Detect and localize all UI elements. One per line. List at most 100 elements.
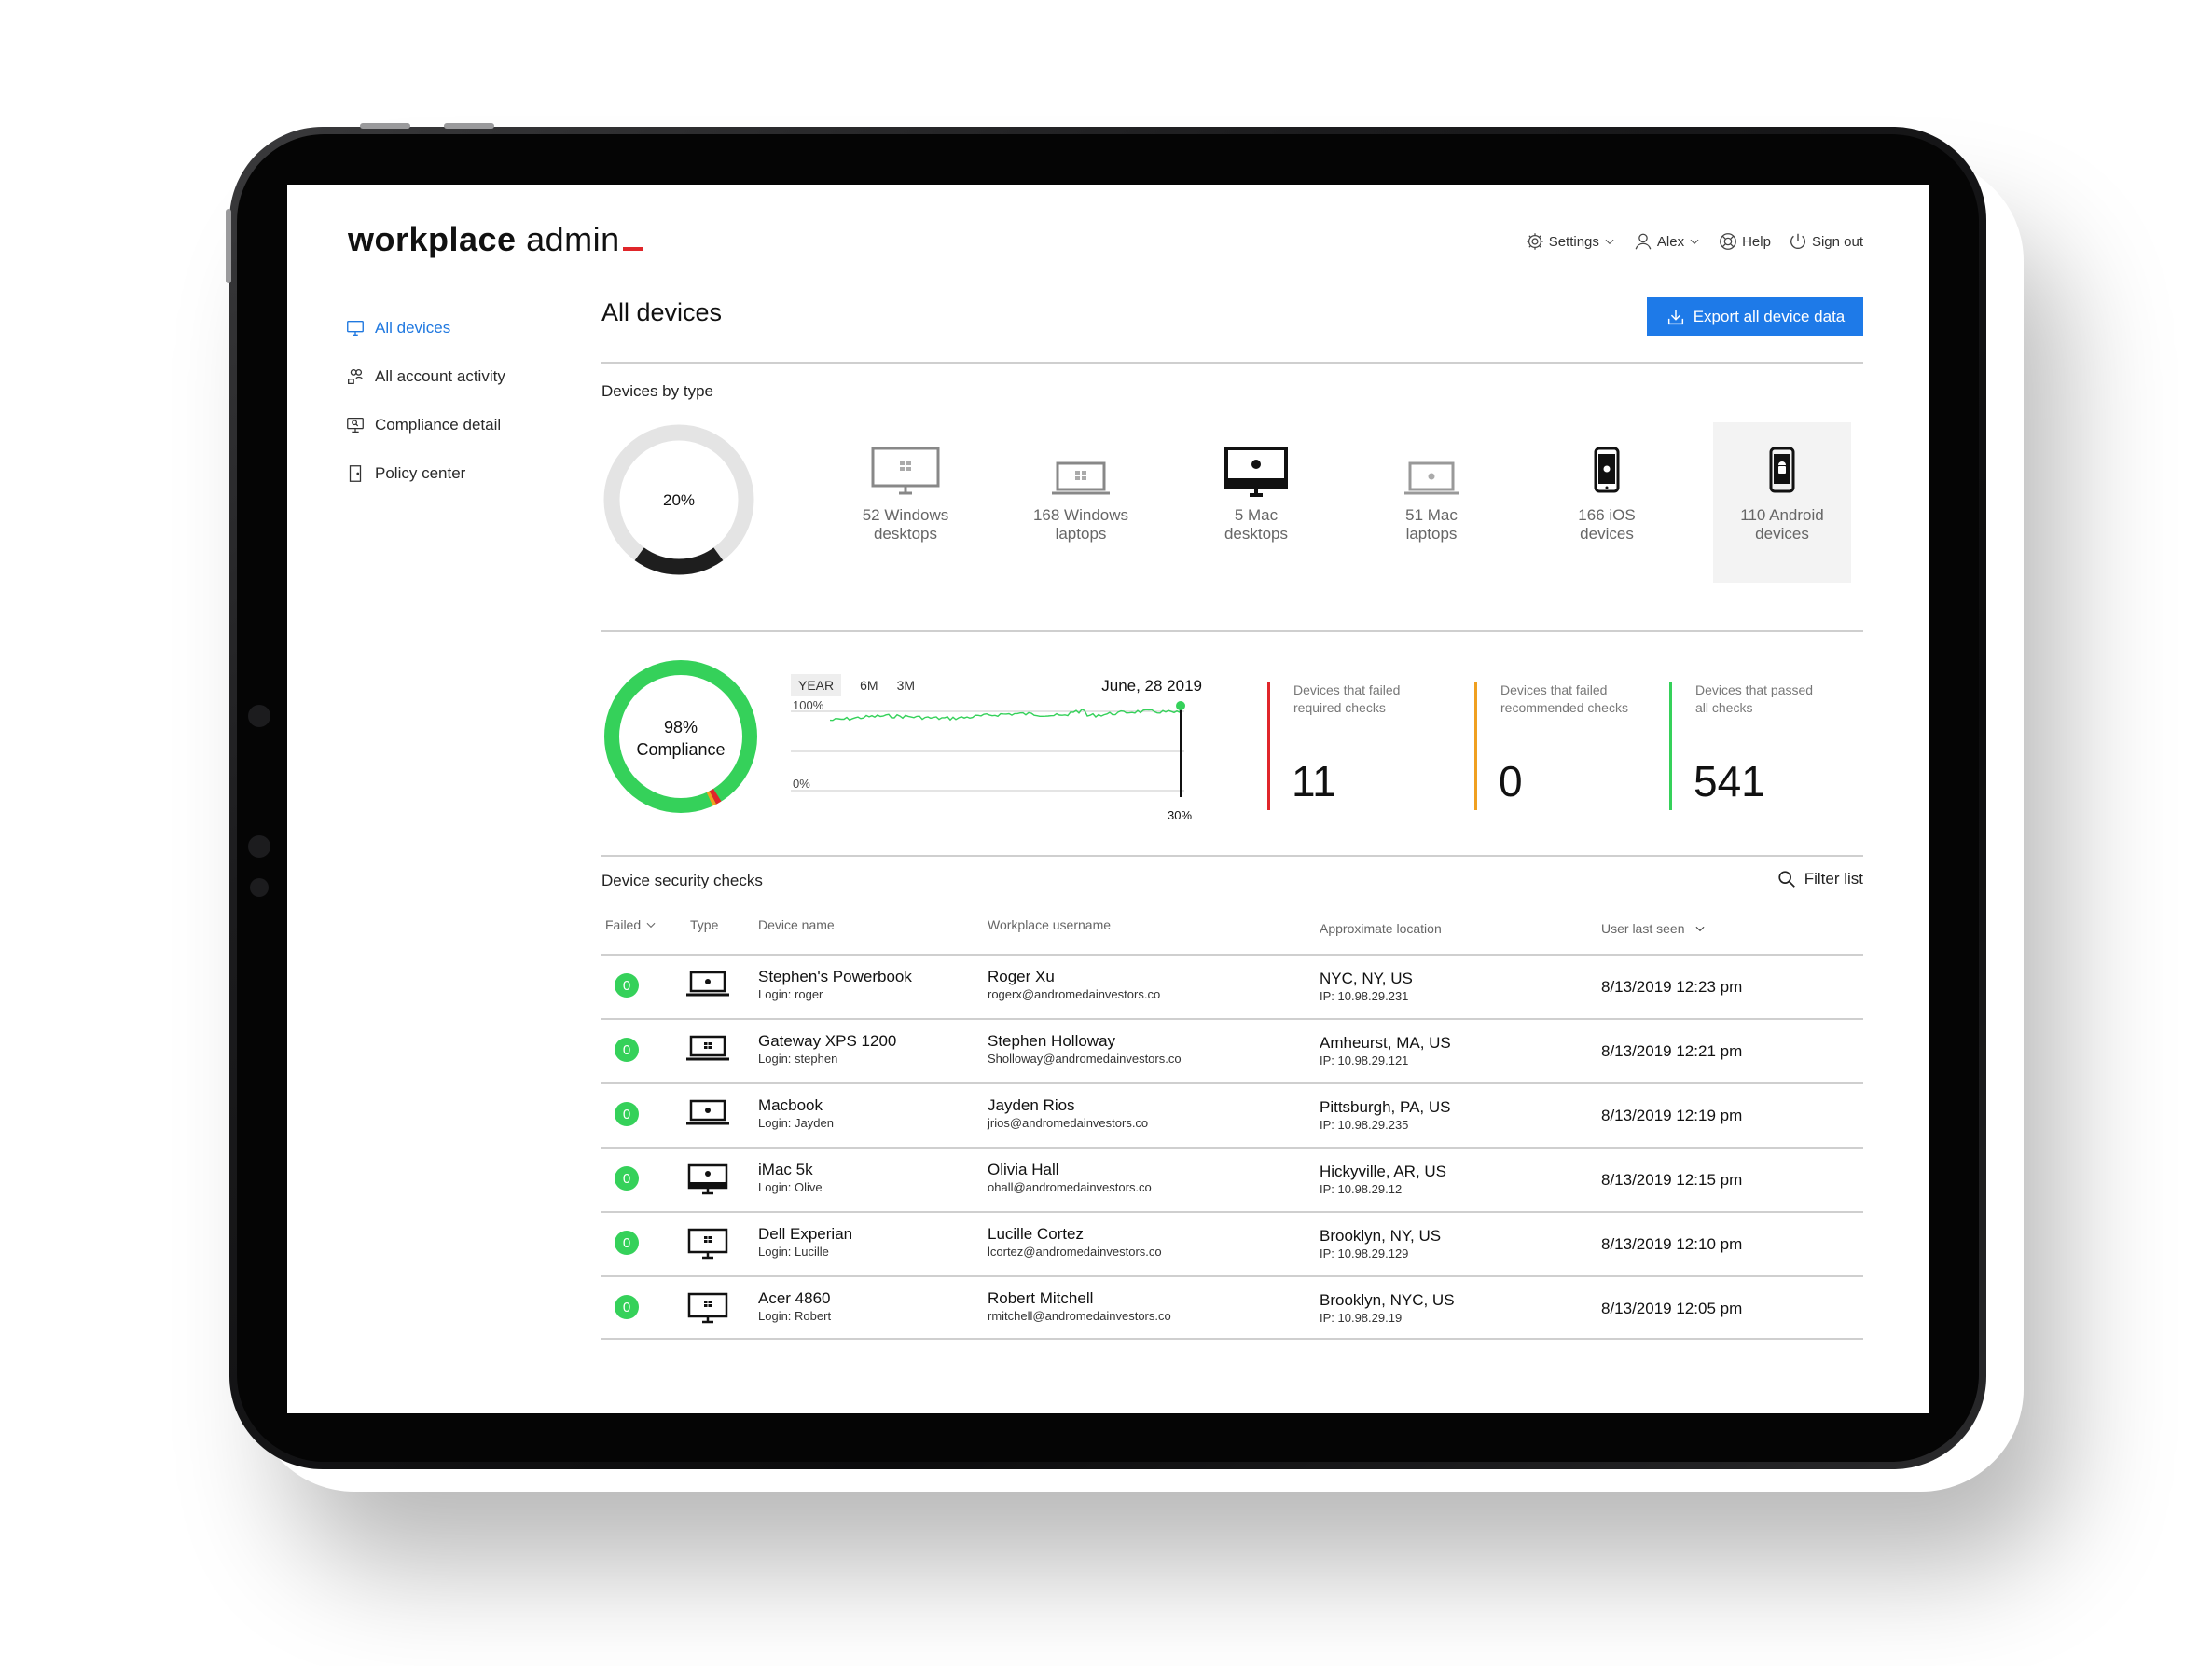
user-icon	[1635, 233, 1652, 250]
device-name: Dell Experian	[758, 1225, 853, 1243]
user-email: jrios@andromedainvestors.co	[988, 1116, 1149, 1130]
column-header-type[interactable]: Type	[690, 917, 718, 932]
stat-failed-recommended[interactable]: Devices that failed recommended checks 0	[1474, 682, 1661, 812]
device-card-android-devices[interactable]: 110 Android devices	[1713, 422, 1851, 583]
divider	[601, 855, 1863, 857]
sidebar: All devices All account activity Complia…	[345, 304, 505, 498]
username-cell: Jayden Rios jrios@andromedainvestors.co	[988, 1095, 1148, 1131]
username-cell: Robert Mitchell rmitchell@andromedainvest…	[988, 1288, 1171, 1324]
help-link[interactable]: Help	[1718, 231, 1771, 252]
failed-count-badge: 0	[615, 1295, 639, 1319]
stat-label: required checks	[1293, 700, 1386, 715]
device-login: Login: Robert	[758, 1309, 832, 1323]
device-card-type: laptops	[1405, 525, 1458, 543]
sensor-dot	[250, 878, 269, 897]
location-ip: IP: 10.98.29.12	[1320, 1182, 1403, 1196]
username-cell: Roger Xu rogerx@andromedainvestors.co	[988, 967, 1160, 1002]
table-row[interactable]: 0 iMac 5k Login: Olive Olivia Hall ohall@and…	[601, 1147, 1863, 1211]
device-card-mac-desktops[interactable]: 5 Mac desktops	[1187, 422, 1325, 583]
users-activity-icon	[348, 369, 363, 384]
export-label: Export all device data	[1693, 307, 1846, 325]
settings-label: Settings	[1548, 233, 1599, 250]
stat-label: recommended checks	[1500, 700, 1628, 715]
sidebar-item-account-activity[interactable]: All account activity	[345, 352, 505, 401]
monitor-icon	[347, 320, 364, 337]
windows-desktop-icon	[687, 1228, 728, 1260]
mac-laptop-icon	[686, 1099, 729, 1125]
location-cell: Brooklyn, NYC, US IP: 10.98.29.19	[1320, 1290, 1455, 1326]
sidebar-item-compliance-detail[interactable]: Compliance detail	[345, 401, 505, 449]
username-cell: Stephen Holloway Sholloway@andromedainves…	[988, 1031, 1182, 1067]
failed-count-badge: 0	[615, 973, 639, 998]
logo-light: admin	[526, 220, 620, 258]
device-type-donut: 20%	[601, 422, 756, 577]
device-card-mac-laptops[interactable]: 51 Mac laptops	[1362, 422, 1500, 583]
failed-count-badge: 0	[615, 1166, 639, 1191]
device-card-type: devices	[1580, 525, 1634, 543]
user-menu[interactable]: Alex	[1633, 231, 1701, 252]
table-row[interactable]: 0 Dell Experian Login: Lucille Lucille Cort…	[601, 1211, 1863, 1275]
user-full-name: Lucille Cortez	[988, 1225, 1084, 1243]
divider	[601, 630, 1863, 632]
column-header-last-seen[interactable]: User last seen	[1601, 921, 1707, 936]
windows-desktop-icon	[687, 1292, 728, 1324]
stat-label: Devices that failed	[1500, 682, 1608, 697]
location-name: NYC, NY, US	[1320, 970, 1413, 987]
device-card-windows-desktops[interactable]: 52 Windows desktops	[836, 422, 975, 583]
sidebar-item-label: Policy center	[375, 464, 466, 482]
column-header-username[interactable]: Workplace username	[988, 917, 1111, 932]
user-email: ohall@andromedainvestors.co	[988, 1180, 1152, 1194]
location-ip: IP: 10.98.29.129	[1320, 1246, 1409, 1260]
signout-link[interactable]: Sign out	[1788, 231, 1863, 252]
sidebar-item-all-devices[interactable]: All devices	[345, 304, 505, 352]
user-full-name: Robert Mitchell	[988, 1289, 1094, 1307]
failed-count-badge: 0	[615, 1038, 639, 1062]
stat-failed-required[interactable]: Devices that failed required checks 11	[1267, 682, 1454, 812]
device-card-count: 168 Windows	[1032, 506, 1129, 524]
column-header-device[interactable]: Device name	[758, 917, 835, 932]
chevron-down-icon	[646, 922, 656, 929]
table-row[interactable]: 0 Acer 4860 Login: Robert Robert Mitchell rm…	[601, 1275, 1863, 1340]
marker-label: 30%	[1168, 808, 1192, 822]
table-row[interactable]: 0 Gateway XPS 1200 Login: stephen Stephen H…	[601, 1018, 1863, 1082]
date-marker-dot[interactable]	[1176, 701, 1185, 710]
chevron-down-icon	[1695, 926, 1705, 932]
sidebar-item-label: Compliance detail	[375, 416, 502, 434]
device-name-cell: Dell Experian Login: Lucille	[758, 1224, 852, 1260]
user-email: rogerx@andromedainvestors.co	[988, 987, 1161, 1001]
help-label: Help	[1742, 233, 1771, 250]
stat-bar-red	[1267, 682, 1270, 810]
column-header-label: User last seen	[1601, 921, 1685, 936]
sidebar-item-policy-center[interactable]: Policy center	[345, 449, 505, 498]
location-name: Amheurst, MA, US	[1320, 1034, 1451, 1052]
device-name: Gateway XPS 1200	[758, 1032, 897, 1050]
mac-laptop-icon	[1404, 461, 1459, 495]
location-ip: IP: 10.98.29.235	[1320, 1118, 1409, 1132]
mac-laptop-icon	[686, 971, 729, 997]
filter-list-button[interactable]: Filter list	[1777, 869, 1863, 889]
logo-cursor	[622, 247, 643, 251]
compliance-label: Compliance	[636, 740, 725, 759]
device-name-cell: iMac 5k Login: Olive	[758, 1160, 823, 1195]
export-button[interactable]: Export all device data	[1647, 297, 1863, 336]
app-logo[interactable]: workplace admin	[348, 220, 643, 259]
stat-passed-all[interactable]: Devices that passed all checks 541	[1669, 682, 1856, 812]
failed-count-badge: 0	[615, 1102, 639, 1126]
power-button	[226, 209, 231, 283]
search-icon	[1778, 871, 1795, 888]
location-name: Hickyville, AR, US	[1320, 1163, 1447, 1180]
compliance-arc	[604, 660, 757, 813]
column-header-failed[interactable]: Failed	[605, 917, 657, 932]
device-card-ios-devices[interactable]: 166 iOS devices	[1538, 422, 1676, 583]
download-icon	[1667, 310, 1683, 324]
device-name-cell: Macbook Login: Jayden	[758, 1095, 834, 1131]
help-icon	[1720, 233, 1736, 250]
settings-menu[interactable]: Settings	[1525, 231, 1616, 252]
door-icon	[349, 465, 362, 482]
column-header-location[interactable]: Approximate location	[1320, 921, 1442, 936]
last-seen-cell: 8/13/2019 12:23 pm	[1601, 978, 1743, 996]
failed-count-badge: 0	[615, 1231, 639, 1255]
table-row[interactable]: 0 Macbook Login: Jayden Jayden Rios jrios@an…	[601, 1082, 1863, 1147]
device-card-windows-laptops[interactable]: 168 Windows laptops	[1012, 422, 1150, 583]
table-row[interactable]: 0 Stephen's Powerbook Login: roger Roger Xu…	[601, 954, 1863, 1018]
